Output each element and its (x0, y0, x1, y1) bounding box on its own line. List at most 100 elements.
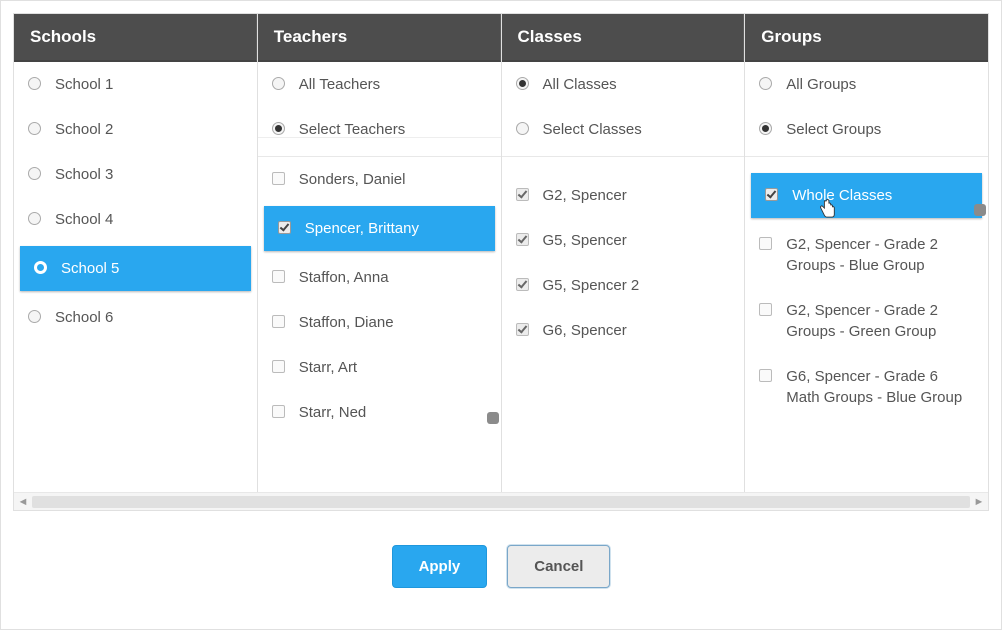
groups-body: All Groups Select Groups Whole Classes (745, 62, 988, 492)
checkbox-icon (759, 237, 772, 250)
horizontal-scrollbar[interactable]: ◄ ► (14, 492, 988, 510)
group-item[interactable]: G6, Spencer - Grade 6 Math Groups - Blue… (745, 354, 988, 420)
groups-mode-select[interactable]: Select Groups (745, 107, 988, 152)
cancel-button[interactable]: Cancel (507, 545, 610, 588)
teacher-item[interactable]: Starr, Art (258, 345, 501, 390)
radio-icon (272, 77, 285, 90)
schools-header: Schools (14, 14, 257, 62)
checkbox-icon (272, 315, 285, 328)
scroll-right-icon[interactable]: ► (972, 495, 986, 509)
school-label: School 2 (55, 119, 243, 140)
radio-icon (272, 122, 285, 135)
school-label: School 1 (55, 74, 243, 95)
teacher-label: Spencer, Brittany (305, 218, 481, 239)
class-item[interactable]: G5, Spencer 2 (502, 263, 745, 308)
groups-mode-all[interactable]: All Groups (745, 62, 988, 107)
scrollbar-thumb[interactable] (487, 412, 499, 424)
school-label: School 3 (55, 164, 243, 185)
groups-mode-block: All Groups Select Groups (745, 62, 988, 157)
teacher-item[interactable]: Staffon, Anna (258, 255, 501, 300)
mode-all-label: All Classes (543, 74, 731, 95)
groups-column: Groups All Groups Select Groups (745, 14, 988, 492)
checkbox-icon (272, 270, 285, 283)
teacher-label: Staffon, Diane (299, 312, 487, 333)
apply-button[interactable]: Apply (392, 545, 488, 588)
radio-icon (28, 122, 41, 135)
teacher-label: Starr, Ned (299, 402, 487, 423)
classes-mode-all[interactable]: All Classes (502, 62, 745, 107)
radio-icon (28, 167, 41, 180)
class-label: G5, Spencer 2 (543, 275, 731, 296)
checkbox-icon (516, 188, 529, 201)
class-item[interactable]: G2, Spencer (502, 173, 745, 218)
checkbox-icon (272, 172, 285, 185)
mode-select-label: Select Classes (543, 119, 731, 140)
class-item[interactable]: G5, Spencer (502, 218, 745, 263)
columns-row: Schools School 1 School 2 School 3 (14, 14, 988, 492)
school-item[interactable]: School 5 (20, 246, 251, 291)
school-label: School 6 (55, 307, 243, 328)
radio-icon (28, 212, 41, 225)
radio-icon (759, 122, 772, 135)
school-label: School 4 (55, 209, 243, 230)
scroll-left-icon[interactable]: ◄ (16, 495, 30, 509)
classes-column: Classes All Classes Select Classes (502, 14, 746, 492)
checkbox-icon (516, 278, 529, 291)
teacher-label: Sonders, Daniel (299, 169, 487, 190)
teacher-label: Staffon, Anna (299, 267, 487, 288)
school-item[interactable]: School 1 (14, 62, 257, 107)
selector-dialog: Schools School 1 School 2 School 3 (0, 0, 1002, 630)
class-label: G2, Spencer (543, 185, 731, 206)
school-item[interactable]: School 3 (14, 152, 257, 197)
checkbox-icon (516, 323, 529, 336)
group-label: G6, Spencer - Grade 6 Math Groups - Blue… (786, 366, 974, 408)
teachers-column: Teachers All Teachers Select Teachers (258, 14, 502, 492)
classes-body: All Classes Select Classes G2, Spencer (502, 62, 745, 492)
radio-icon (516, 77, 529, 90)
group-label: G2, Spencer - Grade 2 Groups - Blue Grou… (786, 234, 974, 276)
mode-all-label: All Groups (786, 74, 974, 95)
teacher-label: Starr, Art (299, 357, 487, 378)
button-bar: Apply Cancel (13, 545, 989, 588)
school-item-selected-wrap: School 5 (20, 246, 251, 291)
checkbox-icon (759, 369, 772, 382)
school-item[interactable]: School 2 (14, 107, 257, 152)
checkbox-icon (759, 303, 772, 316)
teachers-header: Teachers (258, 14, 501, 62)
classes-header: Classes (502, 14, 745, 62)
classes-mode-select[interactable]: Select Classes (502, 107, 745, 152)
group-item[interactable]: G2, Spencer - Grade 2 Groups - Green Gro… (745, 288, 988, 354)
mode-all-label: All Teachers (299, 74, 487, 95)
class-item[interactable]: G6, Spencer (502, 308, 745, 353)
radio-icon (516, 122, 529, 135)
radio-icon (34, 261, 47, 274)
teachers-body: All Teachers Select Teachers Smith, John (258, 62, 501, 492)
radio-icon (759, 77, 772, 90)
mode-select-label: Select Groups (786, 119, 974, 140)
teacher-item[interactable]: Staffon, Diane (258, 300, 501, 345)
school-item[interactable]: School 6 (14, 295, 257, 340)
teacher-item[interactable]: Spencer, Brittany (264, 206, 495, 251)
teacher-item[interactable]: Sonders, Daniel (258, 157, 501, 202)
radio-icon (28, 310, 41, 323)
checkbox-icon (272, 360, 285, 373)
class-label: G5, Spencer (543, 230, 731, 251)
scrollbar-thumb[interactable] (974, 204, 986, 216)
teacher-label: Smith, John (299, 137, 487, 141)
teachers-mode-all[interactable]: All Teachers (258, 62, 501, 107)
group-item[interactable]: Whole Classes (751, 173, 982, 218)
teachers-list: Smith, John Sonders, Daniel Spencer, Bri… (258, 137, 501, 435)
groups-header: Groups (745, 14, 988, 62)
school-item[interactable]: School 4 (14, 197, 257, 242)
teacher-item[interactable]: Starr, Ned (258, 390, 501, 435)
checkbox-icon (516, 233, 529, 246)
teacher-item-selected-wrap: Spencer, Brittany (264, 206, 495, 251)
group-item[interactable]: G2, Spencer - Grade 2 Groups - Blue Grou… (745, 222, 988, 288)
columns-panel: Schools School 1 School 2 School 3 (13, 13, 989, 511)
checkbox-icon (272, 405, 285, 418)
checkbox-icon (765, 188, 778, 201)
scrollbar-track[interactable] (32, 496, 970, 508)
group-label: G2, Spencer - Grade 2 Groups - Green Gro… (786, 300, 974, 342)
classes-mode-block: All Classes Select Classes (502, 62, 745, 157)
teacher-item-partial[interactable]: Smith, John (258, 137, 501, 157)
